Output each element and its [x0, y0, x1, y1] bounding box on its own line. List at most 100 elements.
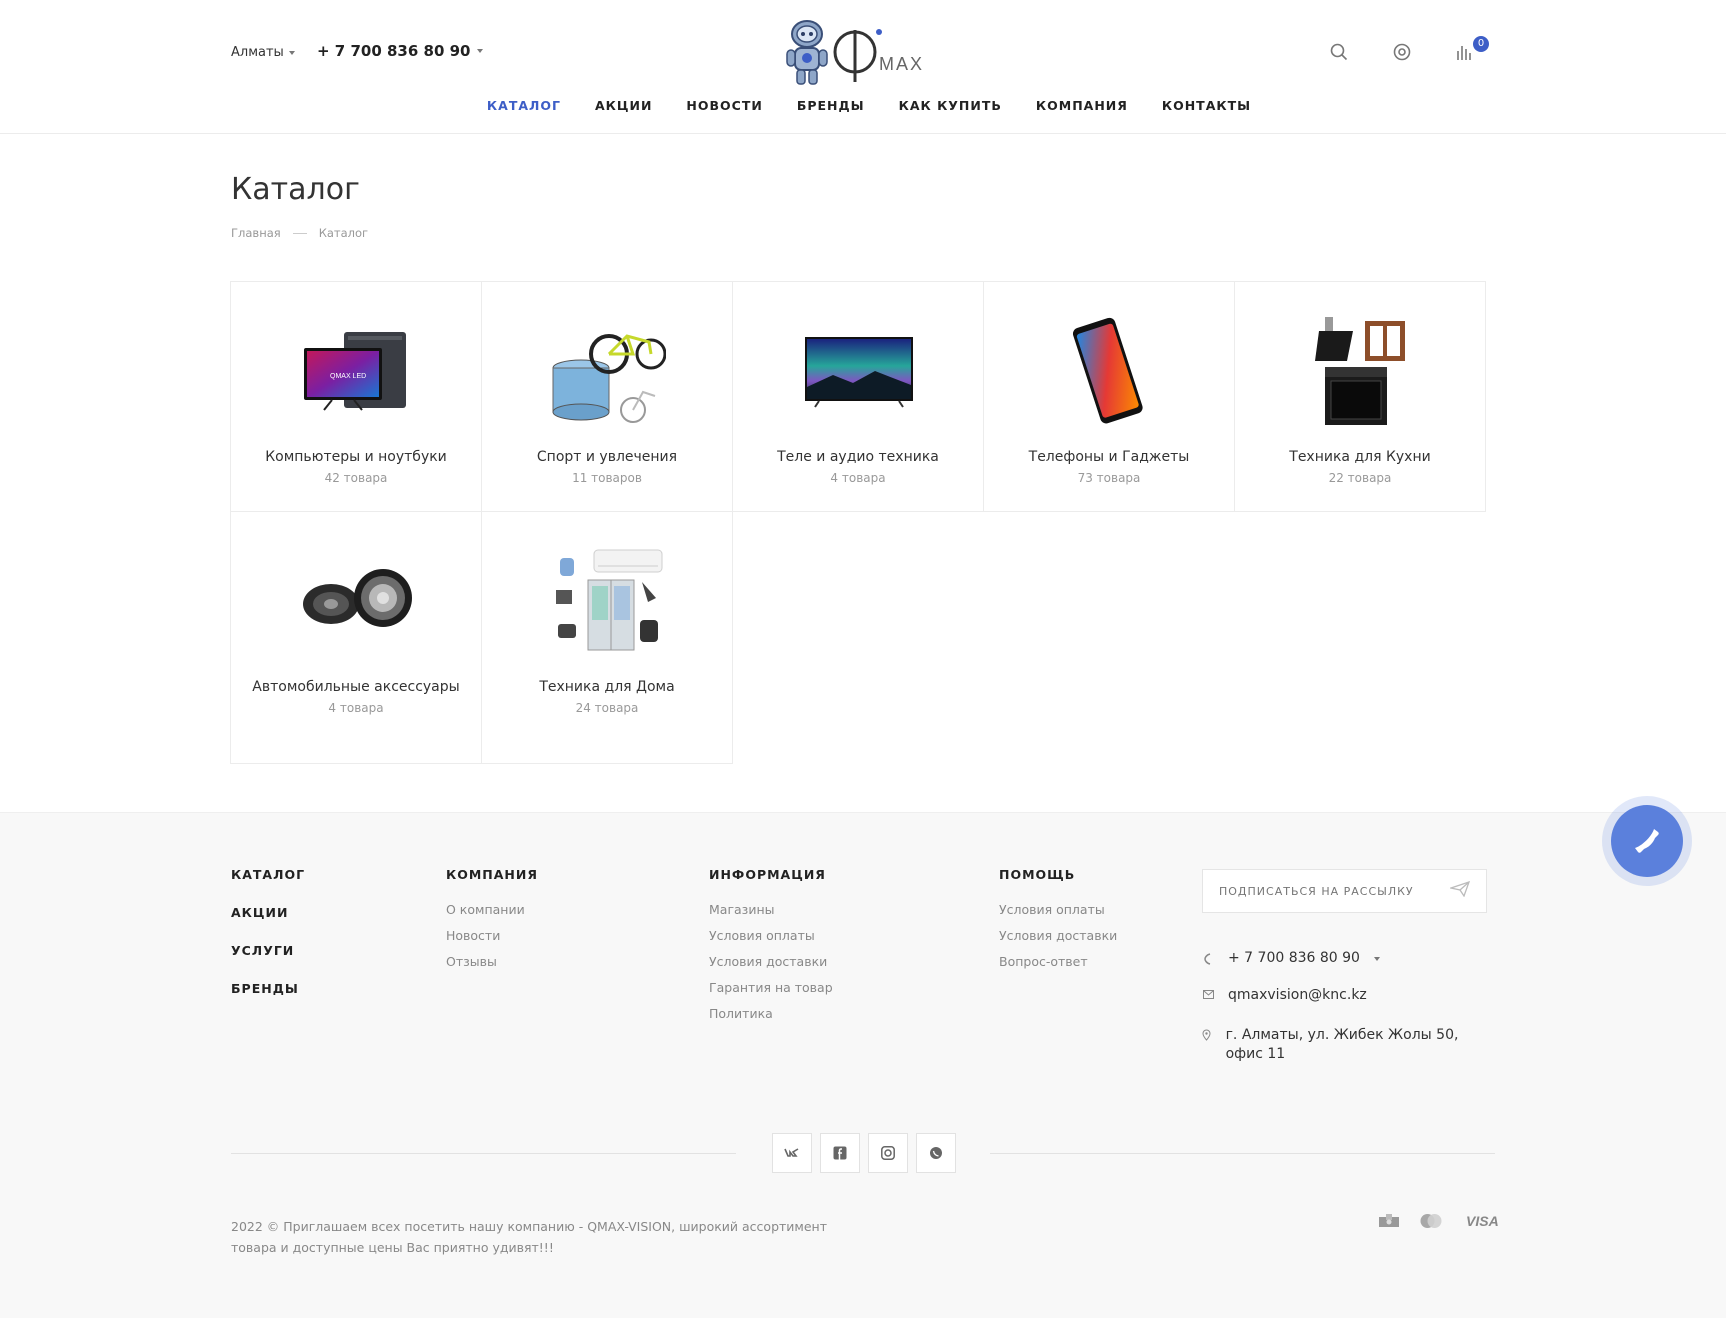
category-name: Автомобильные аксессуары — [252, 679, 460, 695]
category-grid: QMAX LED Компьютеры и ноутбуки 42 товара — [230, 281, 1490, 764]
home-appliance-icon — [548, 546, 668, 656]
category-card-computers[interactable]: QMAX LED Компьютеры и ноутбуки 42 товара — [230, 281, 482, 512]
footer-link-catalog[interactable]: КАТАЛОГ — [231, 867, 305, 882]
page-title: Каталог — [231, 172, 360, 207]
facebook-icon[interactable] — [820, 1133, 860, 1173]
search-icon[interactable] — [1327, 40, 1351, 64]
footer-col-main: КАТАЛОГ АКЦИИ УСЛУГИ БРЕНДЫ — [231, 867, 305, 1019]
kitchen-icon — [1301, 316, 1421, 426]
footer-link[interactable]: Отзывы — [446, 954, 538, 969]
category-count: 22 товара — [1328, 471, 1392, 485]
breadcrumb-current: Каталог — [318, 226, 369, 240]
cash-icon — [1378, 1213, 1400, 1229]
nav-brands[interactable]: БРЕНДЫ — [797, 98, 865, 113]
footer-heading-help[interactable]: ПОМОЩЬ — [999, 867, 1117, 882]
user-icon[interactable] — [1390, 40, 1414, 64]
footer-address: г. Алматы, ул. Жибек Жолы 50, офис 11 — [1202, 1026, 1462, 1064]
category-info: Автомобильные аксессуары 4 товара — [243, 676, 469, 717]
category-info: Спорт и увлечения 11 товаров — [494, 446, 720, 487]
category-name: Теле и аудио техника — [777, 449, 939, 465]
category-card-sport[interactable]: Спорт и увлечения 11 товаров — [481, 281, 733, 512]
category-card-phones[interactable]: Телефоны и Гаджеты 73 товара — [983, 281, 1235, 512]
category-info: Техника для Кухни 22 товара — [1247, 446, 1473, 487]
footer-email-label: qmaxvision@knc.kz — [1228, 987, 1367, 1003]
footer-link[interactable]: Условия доставки — [999, 928, 1117, 943]
computer-icon: QMAX LED — [297, 316, 417, 426]
category-name: Техника для Кухни — [1289, 449, 1431, 465]
category-info: Компьютеры и ноутбуки 42 товара — [243, 446, 469, 487]
category-count: 4 товара — [328, 701, 384, 715]
footer-link[interactable]: Условия оплаты — [709, 928, 833, 943]
sport-icon — [548, 316, 668, 426]
phone-icon — [1050, 316, 1170, 426]
chevron-down-icon — [1373, 957, 1380, 961]
category-card-car-accessories[interactable]: Автомобильные аксессуары 4 товара — [230, 511, 482, 764]
subscribe-input[interactable] — [1219, 884, 1429, 898]
city-label: Алматы — [231, 45, 284, 60]
footer-link[interactable]: Магазины — [709, 902, 833, 917]
category-card-kitchen[interactable]: Техника для Кухни 22 товара — [1234, 281, 1486, 512]
category-info: Техника для Дома 24 товара — [494, 676, 720, 717]
footer-link-brands[interactable]: БРЕНДЫ — [231, 981, 305, 996]
category-info: Телефоны и Гаджеты 73 товара — [996, 446, 1222, 487]
nav-company[interactable]: КОМПАНИЯ — [1036, 98, 1128, 113]
nav-promotions[interactable]: АКЦИИ — [595, 98, 652, 113]
send-icon[interactable] — [1448, 880, 1471, 901]
vk-icon[interactable] — [772, 1133, 812, 1173]
footer-phone[interactable]: + 7 700 836 80 90 — [1202, 950, 1380, 966]
mail-icon — [1202, 987, 1214, 999]
footer-address-label: г. Алматы, ул. Жибек Жолы 50, офис 11 — [1225, 1027, 1459, 1062]
footer-phone-label: + 7 700 836 80 90 — [1228, 950, 1360, 966]
site-logo[interactable]: MAX — [783, 18, 943, 88]
footer-link[interactable]: Условия доставки — [709, 954, 833, 969]
copyright-text: 2022 © Приглашаем всех посетить нашу ком… — [231, 1219, 827, 1255]
svg-text:MAX: MAX — [879, 54, 924, 74]
speaker-icon — [297, 546, 417, 656]
breadcrumb-home[interactable]: Главная — [231, 226, 281, 240]
category-name: Техника для Дома — [539, 679, 675, 695]
whatsapp-icon[interactable] — [916, 1133, 956, 1173]
breadcrumb: Главная Каталог — [231, 226, 368, 240]
footer-link[interactable]: Вопрос-ответ — [999, 954, 1117, 969]
compare-icon[interactable]: 0 — [1453, 36, 1489, 64]
footer-heading-info[interactable]: ИНФОРМАЦИЯ — [709, 867, 833, 882]
category-count: 4 товара — [830, 471, 886, 485]
site-header: Алматы + 7 700 836 80 90 MAX 0 КАТАЛОГ А… — [0, 0, 1726, 134]
site-footer: КАТАЛОГ АКЦИИ УСЛУГИ БРЕНДЫ КОМПАНИЯ О к… — [0, 812, 1726, 1318]
city-selector[interactable]: Алматы — [231, 45, 295, 60]
footer-link[interactable]: Гарантия на товар — [709, 980, 833, 995]
footer-link[interactable]: О компании — [446, 902, 538, 917]
instagram-icon[interactable] — [868, 1133, 908, 1173]
footer-email[interactable]: qmaxvision@knc.kz — [1202, 987, 1367, 1003]
footer-divider — [990, 1153, 1495, 1154]
category-name: Спорт и увлечения — [536, 449, 678, 465]
nav-contacts[interactable]: КОНТАКТЫ — [1162, 98, 1251, 113]
nav-news[interactable]: НОВОСТИ — [686, 98, 762, 113]
category-name: Компьютеры и ноутбуки — [265, 449, 447, 465]
subscribe-form — [1202, 869, 1487, 913]
footer-link[interactable]: Условия оплаты — [999, 902, 1117, 917]
category-count: 42 товара — [324, 471, 388, 485]
chevron-down-icon — [288, 50, 295, 55]
footer-link[interactable]: Новости — [446, 928, 538, 943]
category-name: Телефоны и Гаджеты — [1028, 449, 1190, 465]
category-card-home-appliances[interactable]: Техника для Дома 24 товара — [481, 511, 733, 764]
category-count: 73 товара — [1077, 471, 1141, 485]
footer-heading-company[interactable]: КОМПАНИЯ — [446, 867, 538, 882]
header-phone-label: + 7 700 836 80 90 — [317, 42, 471, 60]
footer-link-services[interactable]: УСЛУГИ — [231, 943, 305, 958]
nav-catalog[interactable]: КАТАЛОГ — [487, 98, 561, 113]
phone-handset-icon — [1635, 829, 1659, 853]
footer-link-promotions[interactable]: АКЦИИ — [231, 905, 305, 920]
category-card-tv[interactable]: Теле и аудио техника 4 товара — [732, 281, 984, 512]
compare-count-badge: 0 — [1473, 36, 1489, 52]
phone-icon — [1202, 950, 1214, 965]
social-links — [772, 1133, 956, 1173]
footer-link[interactable]: Политика — [709, 1006, 833, 1021]
visa-icon: VISA — [1466, 1213, 1499, 1229]
footer-col-info: ИНФОРМАЦИЯ Магазины Условия оплаты Услов… — [709, 867, 833, 1032]
header-phone[interactable]: + 7 700 836 80 90 — [317, 42, 483, 60]
callback-button[interactable] — [1602, 796, 1692, 886]
footer-divider — [231, 1153, 736, 1154]
nav-how-to-buy[interactable]: КАК КУПИТЬ — [899, 98, 1002, 113]
